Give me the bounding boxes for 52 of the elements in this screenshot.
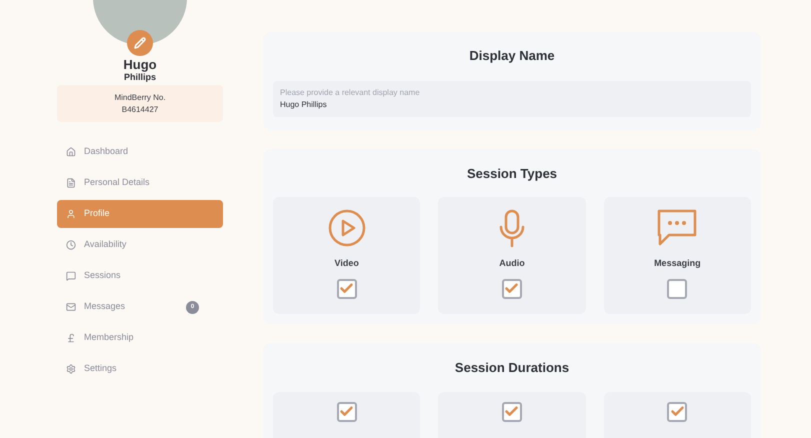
checkbox[interactable] bbox=[667, 402, 688, 422]
check-icon bbox=[339, 404, 354, 419]
nav-item[interactable]: Profile bbox=[57, 200, 223, 228]
field-label: Please provide a relevant display name bbox=[280, 86, 421, 98]
nav-item[interactable]: Settings bbox=[57, 355, 223, 383]
mail-icon bbox=[66, 302, 76, 312]
home-icon bbox=[66, 147, 76, 157]
member-number: B4614427 bbox=[122, 104, 158, 116]
user-icon bbox=[66, 209, 76, 219]
clock-icon bbox=[66, 240, 76, 250]
play-icon bbox=[328, 209, 366, 247]
session-type-label: Video bbox=[334, 257, 359, 270]
nav-item[interactable]: Membership bbox=[57, 324, 223, 352]
checkbox[interactable] bbox=[336, 278, 357, 298]
checkbox[interactable] bbox=[502, 402, 522, 422]
checkbox[interactable] bbox=[667, 278, 688, 298]
nav-label: Profile bbox=[84, 207, 111, 220]
pound-icon bbox=[66, 333, 76, 343]
nav-label: Dashboard bbox=[84, 145, 130, 158]
edit-button[interactable] bbox=[127, 30, 153, 56]
check-icon bbox=[504, 404, 520, 419]
nav-label: Personal Details bbox=[84, 176, 151, 190]
check-icon bbox=[670, 404, 685, 419]
card-title: Session Durations bbox=[454, 359, 570, 377]
nav-item[interactable]: Dashboard bbox=[57, 138, 223, 166]
nav-label: Settings bbox=[84, 362, 118, 376]
microphone-icon bbox=[498, 209, 526, 247]
nav-label: Membership bbox=[84, 331, 135, 344]
first-name: Hugo bbox=[123, 57, 157, 72]
checkbox[interactable] bbox=[336, 402, 357, 422]
nav-label: Messages bbox=[84, 300, 126, 314]
chat-icon bbox=[66, 271, 76, 281]
session-type-label: Audio bbox=[499, 257, 525, 270]
nav-item[interactable]: Sessions bbox=[57, 262, 223, 290]
card-title: Display Name bbox=[468, 47, 556, 65]
member-label: MindBerry No. bbox=[114, 92, 166, 104]
speech-bubble-icon bbox=[657, 209, 698, 247]
checkbox[interactable] bbox=[502, 278, 522, 298]
nav-label: Availability bbox=[84, 238, 128, 252]
nav-item[interactable]: Availability bbox=[57, 231, 223, 259]
document-icon bbox=[66, 178, 76, 188]
settings-icon bbox=[66, 364, 76, 374]
nav-item[interactable]: Personal Details bbox=[57, 169, 223, 197]
check-icon bbox=[504, 281, 520, 296]
last-name: Phillips bbox=[124, 72, 156, 83]
pencil-icon bbox=[134, 37, 146, 49]
display-name-field[interactable]: Please provide a relevant display name Hugo Phillips bbox=[273, 80, 751, 116]
field-value: Hugo Phillips bbox=[280, 98, 328, 110]
nav-label: Sessions bbox=[84, 269, 122, 282]
card-title: Session Types bbox=[466, 164, 558, 183]
session-type-label: Messaging bbox=[654, 257, 701, 270]
check-icon bbox=[339, 281, 354, 296]
